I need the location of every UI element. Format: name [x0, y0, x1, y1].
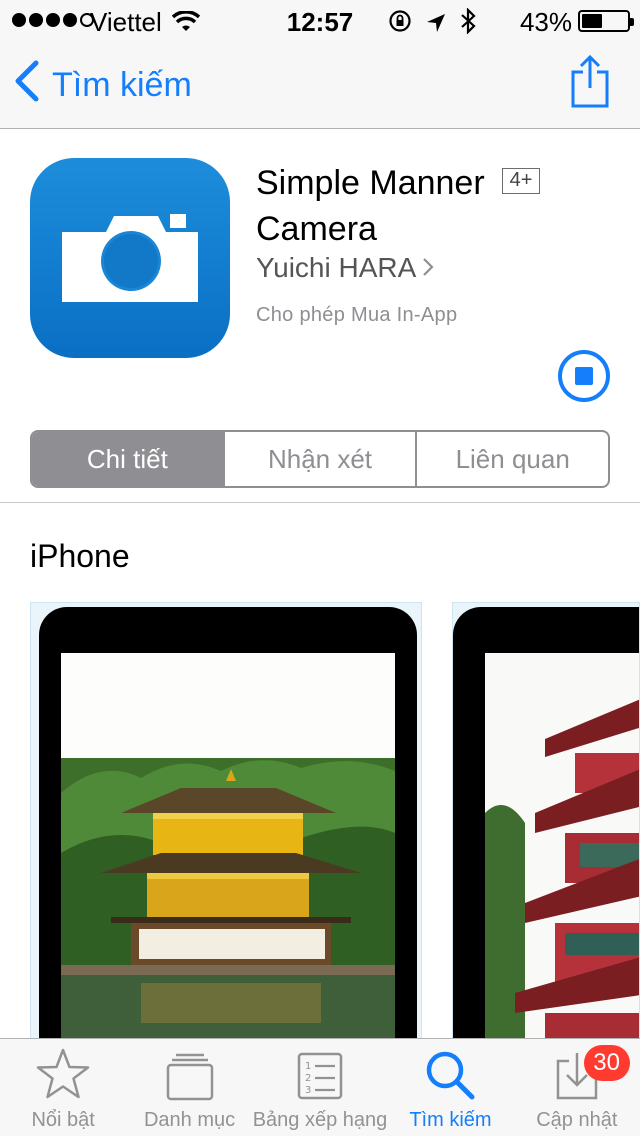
back-label: Tìm kiếm: [52, 66, 192, 104]
chevron-left-icon: [14, 60, 40, 111]
tab-bar: Nổi bật Danh mục 1 2 3 Bảng xếp hạng Tìm…: [0, 1038, 640, 1136]
tab-updates[interactable]: Cập nhật 30: [514, 1039, 640, 1136]
segment-related[interactable]: Liên quan: [415, 432, 608, 486]
tab-search[interactable]: Tìm kiếm: [387, 1039, 513, 1136]
bluetooth-icon: [460, 7, 476, 41]
screenshots-section-title: iPhone: [30, 538, 130, 574]
tab-label: Danh mục: [143, 1109, 236, 1131]
golden-pavilion-photo: [61, 653, 395, 1041]
top-charts-icon: 1 2 3: [296, 1039, 344, 1101]
navigation-bar: Tìm kiếm: [0, 40, 640, 129]
app-name: Simple Manner Camera: [256, 164, 485, 248]
tab-label: Bảng xếp hạng: [252, 1109, 388, 1131]
screenshot-1[interactable]: [30, 602, 422, 1042]
svg-text:3: 3: [305, 1085, 311, 1096]
status-bar: Viettel 12:57 43%: [0, 0, 640, 40]
in-app-purchase-note: Cho phép Mua In-App: [256, 304, 458, 326]
pagoda-photo: [485, 653, 639, 1041]
star-icon: [35, 1039, 91, 1101]
tab-label: Cập nhật: [536, 1109, 618, 1131]
battery-icon: [578, 10, 634, 32]
tab-label: Nổi bật: [31, 1109, 95, 1131]
developer-name: Yuichi HARA: [256, 252, 417, 283]
orientation-lock-icon: [388, 9, 412, 40]
back-button[interactable]: Tìm kiếm: [14, 60, 192, 111]
share-icon[interactable]: [570, 54, 610, 113]
tab-featured[interactable]: Nổi bật: [0, 1039, 126, 1136]
categories-icon: [165, 1039, 215, 1101]
svg-text:2: 2: [305, 1073, 311, 1084]
tab-label: Tìm kiếm: [409, 1109, 492, 1131]
segment-reviews[interactable]: Nhận xét: [222, 432, 416, 486]
segment-details[interactable]: Chi tiết: [32, 432, 223, 486]
age-rating-badge: 4+: [502, 168, 540, 194]
search-icon: [424, 1039, 476, 1101]
battery-percentage: 43%: [519, 7, 572, 37]
phone-frame: [39, 607, 417, 1041]
app-store-page: Viettel 12:57 43% Tìm kiếm Simple Manner…: [0, 0, 640, 1136]
stop-download-button[interactable]: [558, 350, 610, 402]
screenshot-2[interactable]: [452, 602, 640, 1042]
app-icon: [30, 158, 230, 358]
tab-categories[interactable]: Danh mục: [126, 1039, 252, 1136]
stop-download-icon: [575, 367, 593, 385]
developer-link[interactable]: Yuichi HARA: [256, 252, 434, 284]
location-icon: [426, 9, 446, 40]
updates-badge: 30: [583, 1045, 630, 1081]
segmented-control: Chi tiết Nhận xét Liên quan: [30, 430, 610, 488]
svg-text:1: 1: [305, 1061, 311, 1072]
chevron-right-icon: [422, 252, 434, 284]
tab-top-charts[interactable]: 1 2 3 Bảng xếp hạng: [252, 1039, 388, 1136]
divider: [0, 502, 640, 503]
phone-frame-2: [453, 607, 639, 1041]
